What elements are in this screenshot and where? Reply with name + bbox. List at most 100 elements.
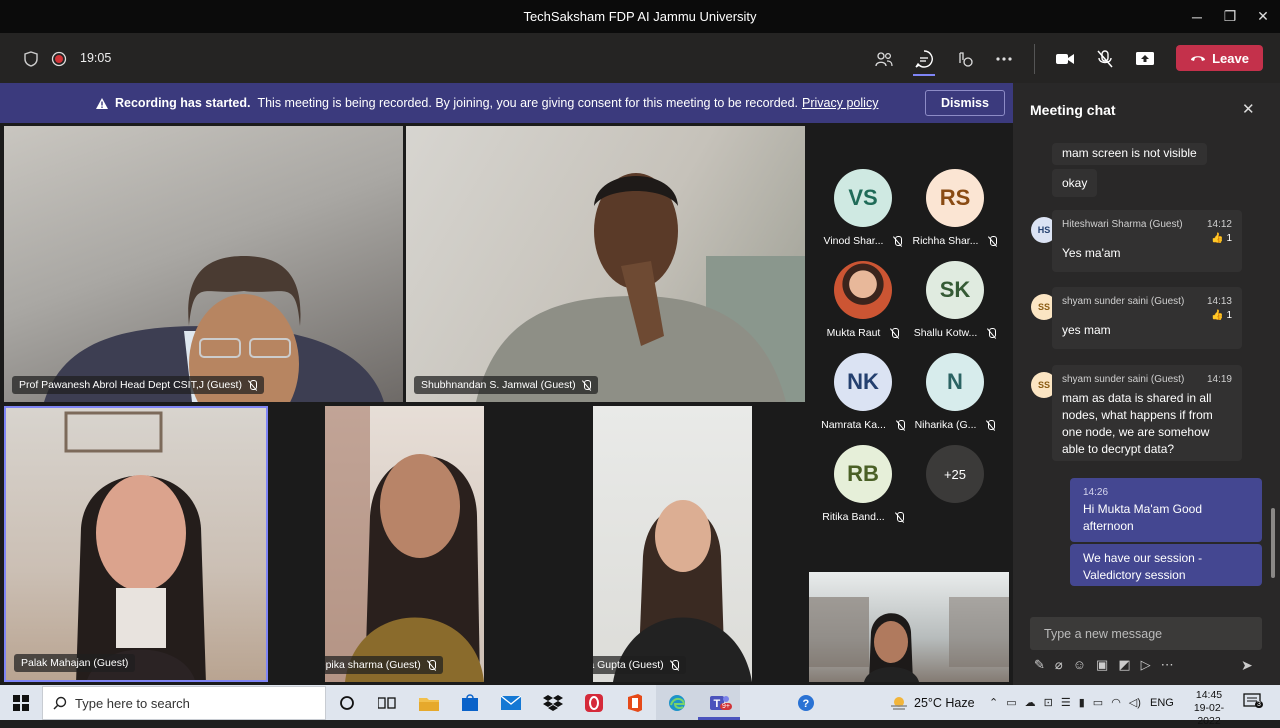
message-input-placeholder: Type a new message <box>1044 626 1163 641</box>
message-text: mam as data is shared in all nodes, what… <box>1062 391 1213 456</box>
windows-start-icon[interactable] <box>0 685 42 720</box>
active-tab-indicator <box>913 74 935 76</box>
weather-text: 25°C Haze <box>914 695 975 710</box>
weather-widget[interactable]: 25°C Haze <box>890 685 975 720</box>
leave-button[interactable]: Leave <box>1176 45 1263 71</box>
participant-name: Vinod Shar... <box>823 235 884 247</box>
people-button[interactable] <box>871 46 897 72</box>
minimize-button[interactable]: ─ <box>1180 0 1214 33</box>
emoji-icon[interactable]: ☺ <box>1073 657 1086 673</box>
more-options-icon[interactable] <box>991 46 1017 72</box>
mic-off-icon <box>893 235 903 247</box>
message-time: 14:13 <box>1206 296 1232 307</box>
message-author: Hiteshwari Sharma (Guest) <box>1062 219 1183 230</box>
mic-off-icon <box>248 379 257 391</box>
camera-button[interactable] <box>1052 46 1078 72</box>
attach-icon[interactable]: ⌀ <box>1055 657 1063 673</box>
video-tile[interactable]: Prof Pawanesh Abrol Head Dept CSIT,J (Gu… <box>4 126 403 402</box>
send-icon[interactable]: ➤ <box>1241 657 1253 674</box>
recording-banner: Recording has started. This meeting is b… <box>0 83 1013 123</box>
message-time: 14:19 <box>1206 374 1232 385</box>
reaction-badge[interactable]: 👍 1 <box>1062 310 1232 322</box>
more-participants-count: +25 <box>926 445 984 503</box>
close-window-button[interactable]: ✕ <box>1246 0 1280 33</box>
cortana-icon[interactable] <box>326 685 368 720</box>
edge-icon[interactable] <box>656 685 698 720</box>
dropbox-icon[interactable] <box>532 685 574 720</box>
chat-scrollbar[interactable] <box>1271 508 1275 578</box>
volume-icon[interactable]: ◁) <box>1129 696 1141 709</box>
participant-avatar[interactable]: Mukta Raut <box>818 261 908 339</box>
avatar-initials: RB <box>834 445 892 503</box>
participant-avatar[interactable]: SK Shallu Kotw... <box>910 261 1000 339</box>
tray-app-icon[interactable]: ▭ <box>1006 696 1016 709</box>
dismiss-button[interactable]: Dismiss <box>925 90 1005 116</box>
chat-message: shyam sunder saini (Guest) 14:19 mam as d… <box>1052 365 1242 461</box>
close-chat-icon[interactable]: ✕ <box>1242 100 1255 118</box>
gif-icon[interactable]: ▣ <box>1096 657 1108 673</box>
mute-mic-button[interactable] <box>1092 46 1118 72</box>
window-titlebar: TechSaksham FDP AI Jammu University <box>0 0 1280 33</box>
show-hidden-icons[interactable]: ⌃ <box>989 696 998 709</box>
avatar-initials: RS <box>926 169 984 227</box>
sticker-icon[interactable]: ◩ <box>1118 657 1130 673</box>
notification-center-icon[interactable]: 3 <box>1243 693 1263 711</box>
reactions-button[interactable] <box>951 46 977 72</box>
input-language[interactable]: ENG <box>1150 697 1174 709</box>
meeting-timer: 19:05 <box>80 51 112 65</box>
share-screen-button[interactable] <box>1132 46 1158 72</box>
window-title: TechSaksham FDP AI Jammu University <box>523 9 757 24</box>
video-tile[interactable]: Shubhnandan S. Jamwal (Guest) <box>406 126 805 402</box>
self-view-video[interactable] <box>809 572 1009 682</box>
onedrive-icon[interactable]: ☁ <box>1025 696 1036 709</box>
banner-text: This meeting is being recorded. By joini… <box>257 96 799 110</box>
hang-up-icon <box>1191 56 1206 61</box>
participant-name-label: Dr. Alka Gupta (Guest) <box>593 656 686 674</box>
reaction-badge[interactable]: 👍 1 <box>1062 233 1232 245</box>
participant-avatar[interactable]: NK Namrata Ka... <box>818 353 908 431</box>
office-icon[interactable] <box>614 685 656 720</box>
mic-off-icon <box>895 511 904 523</box>
file-explorer-icon[interactable] <box>408 685 450 720</box>
message-input[interactable]: Type a new message <box>1030 617 1262 650</box>
more-participants-button[interactable]: +25 <box>910 445 1000 503</box>
video-tile-active-speaker[interactable]: Palak Mahajan (Guest) <box>4 406 268 682</box>
chat-button[interactable] <box>911 46 937 76</box>
more-compose-icon[interactable]: ⋯ <box>1161 657 1174 673</box>
mic-off-icon <box>427 659 436 671</box>
opera-icon[interactable] <box>573 685 615 720</box>
self-view-frame <box>809 597 1009 682</box>
participant-avatar[interactable]: VS Vinod Shar... <box>818 169 908 247</box>
teams-icon[interactable]: T 9+ <box>698 685 740 720</box>
maximize-button[interactable]: ❐ <box>1213 0 1247 33</box>
mail-icon[interactable] <box>490 685 532 720</box>
participant-avatar[interactable]: RB Ritika Band... <box>818 445 908 523</box>
praise-icon[interactable]: ▷ <box>1141 657 1151 673</box>
video-tile[interactable]: Dr. Alka Gupta (Guest) <box>593 406 752 682</box>
mic-off-icon <box>986 419 996 431</box>
mic-off-icon <box>890 327 900 339</box>
taskbar-search[interactable]: Type here to search <box>42 686 326 720</box>
search-placeholder: Type here to search <box>75 695 190 711</box>
participant-avatar[interactable]: RS Richha Shar... <box>910 169 1000 247</box>
tray-app-icon[interactable]: ⊡ <box>1044 696 1053 709</box>
store-icon[interactable] <box>449 685 491 720</box>
participant-avatar[interactable]: N Niharika (G... <box>910 353 1000 431</box>
avatar-initials: NK <box>834 353 892 411</box>
message-text: Hi Mukta Ma'am Good afternoon <box>1083 502 1202 533</box>
tray-app-icon[interactable]: ☰ <box>1061 696 1071 709</box>
banner-title: Recording has started. <box>115 96 251 110</box>
format-icon[interactable]: ✎ <box>1034 657 1045 673</box>
network-icon[interactable]: ▮ <box>1079 696 1085 709</box>
privacy-policy-link[interactable]: Privacy policy <box>802 96 878 110</box>
battery-icon[interactable]: ▭ <box>1093 696 1103 709</box>
task-view-icon[interactable] <box>366 685 408 720</box>
help-icon[interactable]: ? <box>785 685 827 720</box>
message-author: shyam sunder saini (Guest) <box>1062 374 1185 385</box>
warning-icon <box>96 97 108 109</box>
participant-name: Niharika (G... <box>914 419 977 431</box>
avatar-initials: VS <box>834 169 892 227</box>
video-tile[interactable]: Dr. Deepika sharma (Guest) <box>325 406 484 682</box>
clock[interactable]: 14:45 19-02-2022 <box>1184 689 1234 728</box>
wifi-icon[interactable]: ◠ <box>1111 696 1121 709</box>
